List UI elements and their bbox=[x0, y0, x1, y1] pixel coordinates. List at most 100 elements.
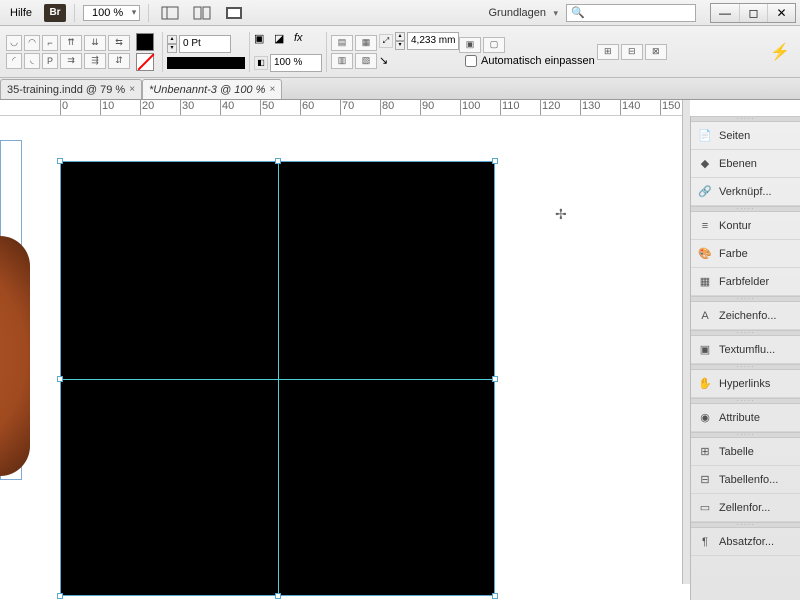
panel-cell-styles[interactable]: ▭Zellenfor... bbox=[691, 494, 800, 522]
ruler-tick: 60 bbox=[300, 100, 314, 116]
resize-handle[interactable] bbox=[492, 593, 498, 599]
canvas[interactable]: ✢ bbox=[0, 116, 690, 600]
resize-handle[interactable] bbox=[492, 158, 498, 164]
cursor-icon: ✢ bbox=[555, 206, 567, 223]
panel-dock: 📄Seiten◆Ebenen🔗Verknüpf... ≡Kontur🎨Farbe▦… bbox=[690, 116, 800, 600]
spin-up[interactable]: ▴ bbox=[167, 35, 177, 44]
tool-btn[interactable]: ◜ bbox=[6, 53, 22, 69]
tool-btn[interactable]: ⌐ bbox=[42, 35, 58, 51]
resize-handle[interactable] bbox=[275, 158, 281, 164]
tool-btn[interactable]: P bbox=[42, 53, 58, 69]
ruler-tick: 110 bbox=[500, 100, 520, 116]
panel-dock-strip[interactable] bbox=[682, 100, 690, 584]
fx-btn[interactable]: fx bbox=[294, 32, 312, 50]
panel-label: Farbfelder bbox=[719, 276, 769, 288]
panel-table-styles[interactable]: ⊟Tabellenfo... bbox=[691, 466, 800, 494]
wrap-btn[interactable]: ▤ bbox=[331, 35, 353, 51]
tool-btn[interactable]: ◟ bbox=[24, 53, 40, 69]
panel-label: Zellenfor... bbox=[719, 502, 770, 514]
panel-attributes[interactable]: ◉Attribute bbox=[691, 404, 800, 432]
maximize-button[interactable]: ◻ bbox=[739, 4, 767, 22]
panel-group-separator bbox=[691, 330, 800, 336]
resize-handle[interactable] bbox=[492, 376, 498, 382]
resize-handle[interactable] bbox=[57, 593, 63, 599]
spin-up[interactable]: ▴ bbox=[395, 32, 405, 41]
panel-char-styles[interactable]: AZeichenfo... bbox=[691, 302, 800, 330]
resize-handle[interactable] bbox=[275, 593, 281, 599]
wrap-btn[interactable]: ▦ bbox=[355, 35, 377, 51]
frame-btn[interactable]: ⊟ bbox=[621, 44, 643, 60]
wrap-btn[interactable]: ▧ bbox=[355, 53, 377, 69]
panel-stroke[interactable]: ≡Kontur bbox=[691, 212, 800, 240]
separator bbox=[249, 32, 250, 72]
minimize-button[interactable]: — bbox=[711, 4, 739, 22]
spin-down[interactable]: ▾ bbox=[395, 41, 405, 50]
bridge-button[interactable]: Br bbox=[44, 4, 66, 22]
ruler-tick: 20 bbox=[140, 100, 154, 116]
fx-btn[interactable]: ▣ bbox=[254, 32, 272, 50]
close-icon[interactable]: × bbox=[269, 84, 275, 95]
view-mode-icon[interactable] bbox=[221, 3, 247, 23]
stroke-weight-input[interactable] bbox=[179, 35, 231, 53]
tool-btn[interactable]: ⇈ bbox=[60, 35, 82, 51]
panel-hyperlinks[interactable]: ✋Hyperlinks bbox=[691, 370, 800, 398]
fx-btn[interactable]: ◪ bbox=[274, 32, 292, 50]
frame-btn[interactable]: ⊠ bbox=[645, 44, 667, 60]
fit-btn[interactable]: ▢ bbox=[483, 37, 505, 53]
fit-btn[interactable]: ↘ bbox=[379, 54, 397, 72]
stroke-style[interactable] bbox=[167, 57, 245, 69]
help-menu[interactable]: Hilfe bbox=[4, 7, 38, 19]
panel-text-wrap[interactable]: ▣Textumflu... bbox=[691, 336, 800, 364]
text-wrap-icon: ▣ bbox=[697, 342, 713, 358]
panel-links[interactable]: 🔗Verknüpf... bbox=[691, 178, 800, 206]
panel-table[interactable]: ⊞Tabelle bbox=[691, 438, 800, 466]
ruler-tick: 0 bbox=[60, 100, 68, 116]
layout-mode-icon[interactable] bbox=[157, 3, 183, 23]
close-icon[interactable]: × bbox=[129, 84, 135, 95]
fill-swatch[interactable] bbox=[136, 33, 154, 51]
frame-btn[interactable]: ⊞ bbox=[597, 44, 619, 60]
resize-handle[interactable] bbox=[57, 376, 63, 382]
ruler-tick: 30 bbox=[180, 100, 194, 116]
panel-label: Verknüpf... bbox=[719, 186, 772, 198]
horizontal-guide[interactable] bbox=[61, 379, 494, 380]
tool-btn[interactable]: ◡ bbox=[6, 35, 22, 51]
control-toolbar: ◡◠⌐ ◜◟P ⇈⇊⇆ ⇉⇶⇵ ▴▾ ▣◪fx ◧ ▤▦ ▥▧ ⤢ ▴▾ bbox=[0, 26, 800, 78]
stroke-weight-field: ▴▾ bbox=[167, 35, 245, 53]
arrange-mode-icon[interactable] bbox=[189, 3, 215, 23]
workspace-selector[interactable]: Grundlagen bbox=[485, 7, 561, 19]
auto-fit-label: Automatisch einpassen bbox=[481, 55, 595, 67]
opacity-input[interactable] bbox=[270, 54, 322, 72]
tool-btn[interactable]: ◠ bbox=[24, 35, 40, 51]
anchor-tools: ◡◠⌐ ◜◟P bbox=[6, 35, 58, 69]
search-input[interactable]: 🔍 bbox=[566, 4, 696, 22]
panel-swatches[interactable]: ▦Farbfelder bbox=[691, 268, 800, 296]
stroke-swatch[interactable] bbox=[136, 53, 154, 71]
tool-btn[interactable]: ⇆ bbox=[108, 35, 130, 51]
tool-btn[interactable]: ⇉ bbox=[60, 53, 82, 69]
resize-handle[interactable] bbox=[57, 158, 63, 164]
selected-rectangle[interactable] bbox=[60, 161, 495, 596]
panel-layers[interactable]: ◆Ebenen bbox=[691, 150, 800, 178]
tool-btn[interactable]: ⇊ bbox=[84, 35, 106, 51]
document-tab[interactable]: *Unbenannt-3 @ 100 %× bbox=[142, 79, 282, 99]
tool-btn[interactable]: ⇵ bbox=[108, 53, 130, 69]
wrap-btn[interactable]: ▥ bbox=[331, 53, 353, 69]
auto-fit-checkbox[interactable] bbox=[465, 55, 477, 67]
panel-label: Attribute bbox=[719, 412, 760, 424]
quick-apply-icon[interactable]: ⚡ bbox=[770, 42, 790, 62]
panel-para-styles[interactable]: ¶Absatzfor... bbox=[691, 528, 800, 556]
document-tab[interactable]: 35-training.indd @ 79 %× bbox=[0, 79, 142, 99]
panel-label: Kontur bbox=[719, 220, 751, 232]
zoom-dropdown[interactable]: 100 % bbox=[83, 5, 140, 21]
close-button[interactable]: ✕ bbox=[767, 4, 795, 22]
horizontal-ruler[interactable]: 0102030405060708090100110120130140150160 bbox=[0, 100, 690, 116]
tool-btn[interactable]: ⇶ bbox=[84, 53, 106, 69]
fit-input[interactable] bbox=[407, 32, 459, 50]
panel-color[interactable]: 🎨Farbe bbox=[691, 240, 800, 268]
panel-pages[interactable]: 📄Seiten bbox=[691, 122, 800, 150]
spin-down[interactable]: ▾ bbox=[167, 44, 177, 53]
fit-btn[interactable]: ▣ bbox=[459, 37, 481, 53]
ruler-tick: 70 bbox=[340, 100, 354, 116]
separator bbox=[74, 4, 75, 22]
